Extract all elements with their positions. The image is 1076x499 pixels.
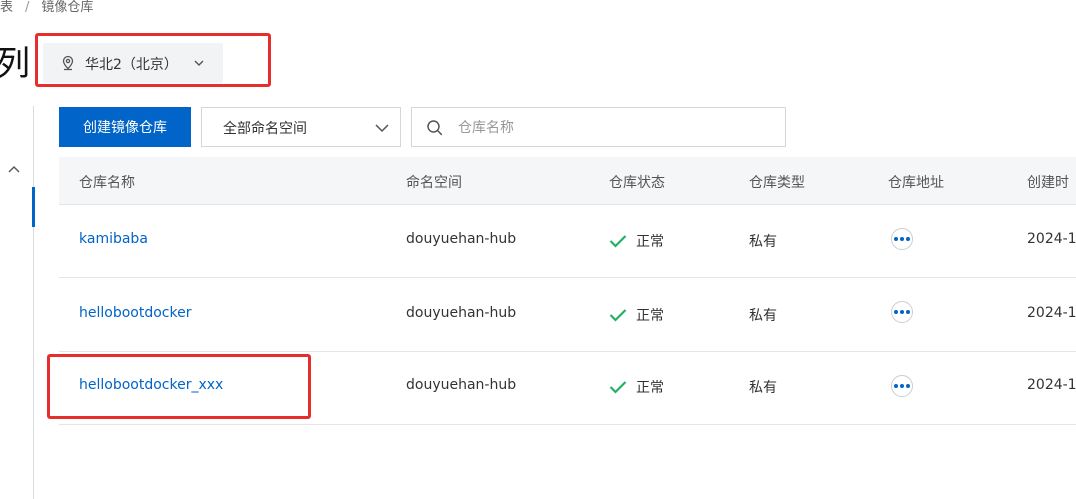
breadcrumb-current: 镜像仓库 [41,0,94,15]
check-icon [609,381,627,394]
repo-status-text: 正常 [636,308,664,324]
search-input[interactable] [456,116,760,140]
namespace-select-value: 全部命名空间 [223,121,307,137]
header-name: 仓库名称 [79,175,135,191]
repo-namespace: douyuehan-hub [406,231,517,247]
header-status: 仓库状态 [609,175,665,191]
table-row: hellobootdocker_xxx douyuehan-hub 正常 私有 … [59,351,1076,425]
repo-namespace: douyuehan-hub [406,377,517,393]
search-icon [427,120,443,136]
chevron-down-icon [194,60,204,66]
breadcrumb-separator: / [25,0,30,15]
header-type: 仓库类型 [749,175,805,191]
table-row: hellobootdocker douyuehan-hub 正常 私有 2024… [59,278,1076,352]
header-created: 创建时 [1027,175,1069,191]
check-icon [609,235,627,248]
location-pin-icon [62,55,74,71]
repo-created: 2024-1 [1027,231,1076,247]
repo-status: 正常 [609,377,664,397]
page-title: 列 [0,44,30,84]
search-box[interactable] [411,107,786,147]
breadcrumb-parent[interactable]: 表 [0,0,13,15]
header-address: 仓库地址 [888,175,944,191]
repo-namespace: douyuehan-hub [406,305,517,321]
more-options-icon[interactable] [891,301,913,323]
check-icon [609,309,627,322]
more-options-icon[interactable] [891,375,913,397]
chevron-up-icon[interactable] [7,163,21,177]
region-selector[interactable]: 华北2（北京） [43,43,223,83]
table-row: kamibaba douyuehan-hub 正常 私有 2024-1 [59,204,1076,278]
repo-name-link[interactable]: hellobootdocker [79,305,191,321]
repo-type: 私有 [749,380,777,396]
repo-status-text: 正常 [636,380,664,396]
repo-created: 2024-1 [1027,305,1076,321]
repo-type: 私有 [749,234,777,250]
breadcrumb: 表 / 镜像仓库 [0,0,93,16]
chevron-down-icon [375,124,389,133]
namespace-select[interactable]: 全部命名空间 [201,107,401,147]
table-header: 仓库名称 命名空间 仓库状态 仓库类型 仓库地址 创建时 [59,157,1076,205]
create-repository-button[interactable]: 创建镜像仓库 [59,107,191,147]
header-namespace: 命名空间 [406,175,462,191]
more-options-icon[interactable] [891,228,913,250]
repo-name-link[interactable]: kamibaba [79,231,148,247]
repo-status: 正常 [609,231,664,251]
repo-name-link[interactable]: hellobootdocker_xxx [79,377,223,393]
sidebar-active-indicator [32,187,35,227]
repo-status-text: 正常 [636,234,664,250]
repo-type: 私有 [749,308,777,324]
repo-created: 2024-1 [1027,377,1076,393]
sidebar-divider [33,106,34,499]
repo-status: 正常 [609,305,664,325]
region-label: 华北2（北京） [85,57,178,73]
